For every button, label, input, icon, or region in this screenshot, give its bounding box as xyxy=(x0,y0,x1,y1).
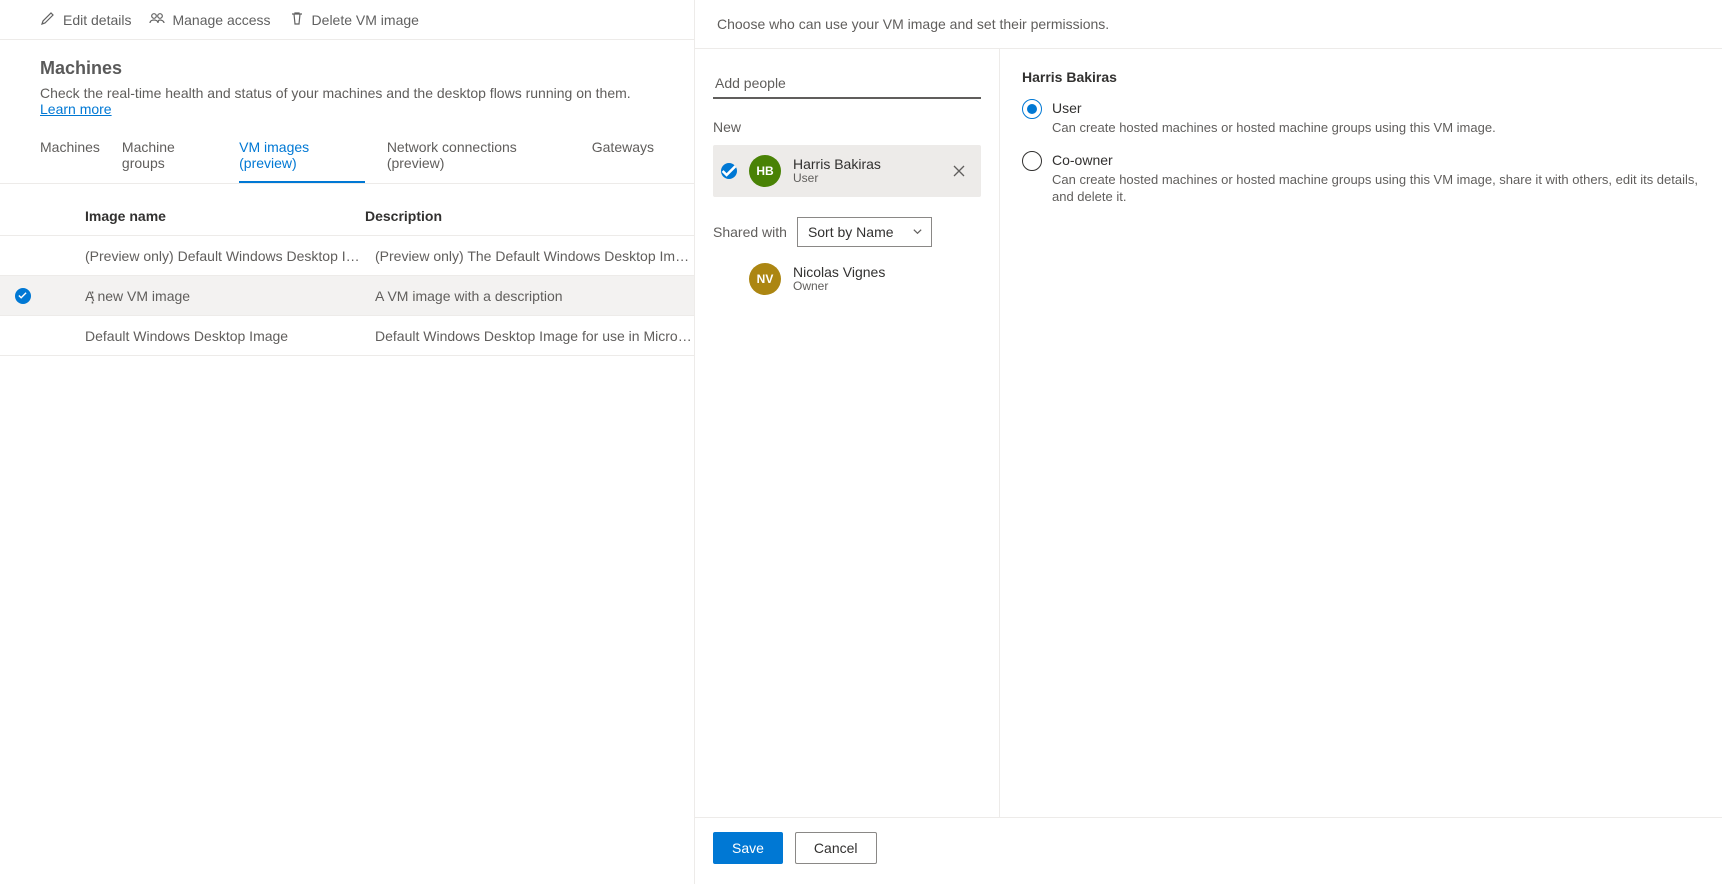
person-name: Harris Bakiras xyxy=(793,156,881,172)
tab-gateways[interactable]: Gateways xyxy=(592,139,654,183)
person-row-new[interactable]: HB Harris Bakiras User xyxy=(713,145,981,197)
person-row-shared[interactable]: NV Nicolas Vignes Owner xyxy=(713,253,981,305)
person-role: Owner xyxy=(793,280,885,294)
pencil-icon xyxy=(40,10,56,29)
permission-description: Can create hosted machines or hosted mac… xyxy=(1052,119,1496,137)
table-row[interactable]: A new VM image ⋮ A VM image with a descr… xyxy=(0,276,694,316)
toolbar: Edit details Manage access Delete VM ima… xyxy=(0,0,694,40)
permission-label: Co-owner xyxy=(1052,151,1700,169)
permission-option-user[interactable]: User Can create hosted machines or hoste… xyxy=(1022,99,1700,137)
edit-details-label: Edit details xyxy=(63,12,131,28)
tab-machine-groups[interactable]: Machine groups xyxy=(122,139,217,183)
row-description: (Preview only) The Default Windows Deskt… xyxy=(365,248,694,264)
save-button[interactable]: Save xyxy=(713,832,783,864)
panel-footer: Save Cancel xyxy=(695,818,1722,884)
tabs: Machines Machine groups VM images (previ… xyxy=(0,117,694,184)
page-header: Machines Check the real-time health and … xyxy=(0,40,694,117)
delete-vm-image-button[interactable]: Delete VM image xyxy=(289,10,419,29)
manage-access-button[interactable]: Manage access xyxy=(149,10,270,29)
column-image-name[interactable]: Image name xyxy=(85,208,365,224)
trash-icon xyxy=(289,10,305,29)
person-selected-check-icon xyxy=(721,163,737,179)
remove-person-icon[interactable] xyxy=(945,157,973,185)
row-name: (Preview only) Default Windows Desktop I… xyxy=(85,248,365,264)
row-name: Default Windows Desktop Image xyxy=(85,328,365,344)
permission-option-coowner[interactable]: Co-owner Can create hosted machines or h… xyxy=(1022,151,1700,206)
table-header: Image name Description xyxy=(0,196,694,236)
permission-label: User xyxy=(1052,99,1496,117)
avatar: NV xyxy=(749,263,781,295)
new-section-label: New xyxy=(713,119,981,135)
column-description[interactable]: Description xyxy=(365,208,694,224)
people-icon xyxy=(149,10,165,29)
manage-access-panel: Choose who can use your VM image and set… xyxy=(695,0,1722,884)
edit-details-button[interactable]: Edit details xyxy=(40,10,131,29)
person-role: User xyxy=(793,172,881,186)
tab-vm-images[interactable]: VM images (preview) xyxy=(239,139,365,183)
row-description: Default Windows Desktop Image for use in… xyxy=(365,328,694,344)
sort-by-dropdown[interactable]: Sort by Name xyxy=(797,217,932,247)
learn-more-link[interactable]: Learn more xyxy=(40,101,112,117)
shared-with-label: Shared with xyxy=(713,224,787,240)
cancel-button[interactable]: Cancel xyxy=(795,832,877,864)
permission-description: Can create hosted machines or hosted mac… xyxy=(1052,171,1700,206)
page-title: Machines xyxy=(40,58,654,79)
row-selected-check-icon[interactable] xyxy=(15,288,31,304)
vm-images-table: Image name Description (Preview only) De… xyxy=(0,184,694,356)
row-more-menu-icon[interactable]: ⋮ xyxy=(85,288,347,304)
table-row[interactable]: (Preview only) Default Windows Desktop I… xyxy=(0,236,694,276)
panel-header-text: Choose who can use your VM image and set… xyxy=(695,0,1722,49)
row-description: A VM image with a description xyxy=(365,288,694,304)
add-people-input[interactable] xyxy=(713,69,981,99)
person-name: Nicolas Vignes xyxy=(793,264,885,280)
delete-vm-image-label: Delete VM image xyxy=(312,12,419,28)
tab-machines[interactable]: Machines xyxy=(40,139,100,183)
panel-right: Harris Bakiras User Can create hosted ma… xyxy=(1000,49,1722,817)
radio-icon[interactable] xyxy=(1022,151,1042,171)
page-subtitle-text: Check the real-time health and status of… xyxy=(40,85,631,101)
manage-access-label: Manage access xyxy=(172,12,270,28)
radio-icon[interactable] xyxy=(1022,99,1042,119)
panel-left: New HB Harris Bakiras User Shared with S… xyxy=(695,49,1000,817)
avatar: HB xyxy=(749,155,781,187)
table-row[interactable]: Default Windows Desktop Image Default Wi… xyxy=(0,316,694,356)
tab-network-connections[interactable]: Network connections (preview) xyxy=(387,139,570,183)
selected-person-title: Harris Bakiras xyxy=(1022,69,1700,85)
page-subtitle: Check the real-time health and status of… xyxy=(40,85,654,117)
